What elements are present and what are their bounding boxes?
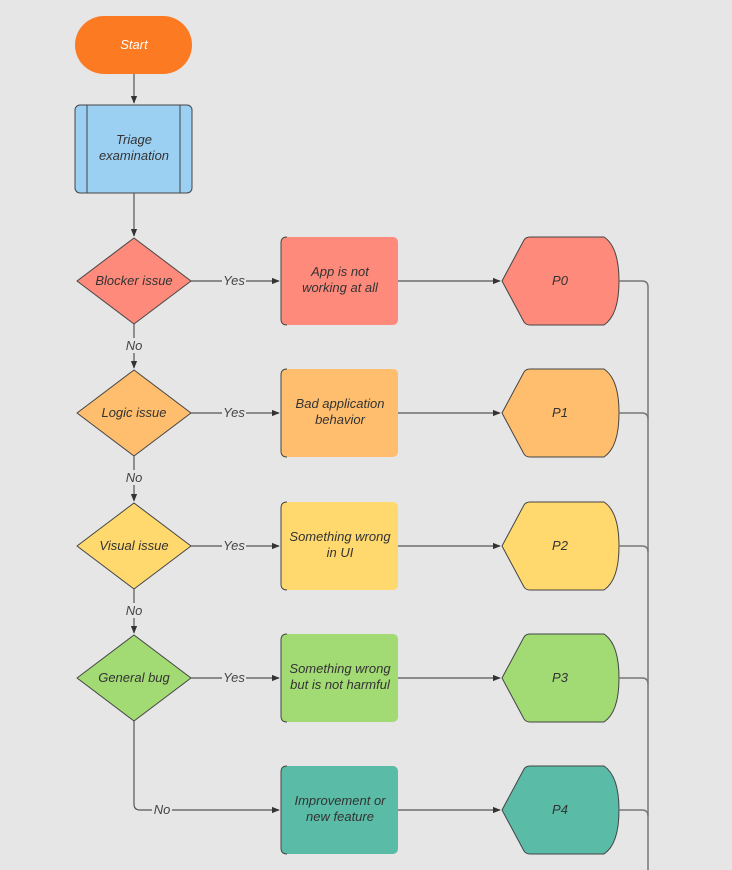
priority-node-4[interactable]: P4	[501, 765, 620, 855]
triage-label-line-1: Triage	[116, 132, 152, 147]
priority-label: P1	[552, 405, 568, 420]
edge-collector-p4	[619, 809, 649, 817]
row-2: Visual issue Yes No Something wrongin UI P2	[76, 501, 620, 634]
edge-collector-p2	[619, 545, 649, 553]
decision-label: Logic issue	[101, 405, 166, 420]
priority-label: P3	[552, 670, 569, 685]
process-label-line-1: App is not	[310, 264, 370, 279]
process-label-line-2: behavior	[315, 412, 366, 427]
priority-node-1[interactable]: P1	[501, 368, 620, 458]
triage-node[interactable]: Triage examination	[74, 104, 193, 194]
process-node-3[interactable]: Something wrongbut is not harmful	[280, 633, 398, 723]
edge-collector-p0	[619, 280, 649, 870]
flowchart-canvas: Start Triage examination Blocker issue Ye…	[74, 16, 649, 870]
priority-node-2[interactable]: P2	[501, 501, 620, 591]
start-node[interactable]: Start	[75, 16, 192, 74]
process-label-line-2: working at all	[302, 280, 379, 295]
decision-node-2[interactable]: Visual issue	[76, 502, 192, 590]
edge-no-label: No	[126, 470, 143, 485]
decision-node-3[interactable]: General bug	[76, 634, 192, 722]
edge-yes-label: Yes	[223, 405, 245, 420]
row-4: Improvement ornew feature P4	[280, 765, 620, 855]
edge-yes-label: Yes	[223, 538, 245, 553]
process-label-line-1: Something wrong	[289, 661, 391, 676]
decision-label: General bug	[98, 670, 170, 685]
triage-label-line-2: examination	[99, 148, 169, 163]
decision-label: Blocker issue	[95, 273, 172, 288]
process-node-4[interactable]: Improvement ornew feature	[280, 765, 398, 855]
process-node-0[interactable]: App is notworking at all	[280, 236, 398, 326]
edge-yes-label: Yes	[223, 273, 245, 288]
priority-label: P0	[552, 273, 569, 288]
edge-collector-p3	[619, 677, 649, 685]
edge-collector-p1	[619, 412, 649, 420]
process-label-line-2: new feature	[306, 809, 374, 824]
priority-node-3[interactable]: P3	[501, 633, 620, 723]
priority-label: P2	[552, 538, 569, 553]
decision-node-0[interactable]: Blocker issue	[76, 237, 192, 325]
process-label-line-2: in UI	[327, 545, 354, 560]
process-node-1[interactable]: Bad applicationbehavior	[280, 368, 398, 458]
process-node-2[interactable]: Something wrongin UI	[280, 501, 398, 591]
decision-label: Visual issue	[99, 538, 168, 553]
row-1: Logic issue Yes No Bad applicationbehavior P…	[76, 368, 620, 502]
priority-node-0[interactable]: P0	[501, 236, 620, 326]
process-label-line-1: Improvement or	[294, 793, 386, 808]
process-label-line-1: Something wrong	[289, 529, 391, 544]
edge-no-label: No	[126, 603, 143, 618]
priority-label: P4	[552, 802, 568, 817]
edge-no-label: No	[126, 338, 143, 353]
decision-node-1[interactable]: Logic issue	[76, 369, 192, 457]
start-label: Start	[120, 37, 149, 52]
row-0: Blocker issue Yes No App is notworking at a…	[76, 236, 620, 369]
process-label-line-2: but is not harmful	[290, 677, 391, 692]
edge-no-label: No	[154, 802, 171, 817]
edge-yes-label: Yes	[223, 670, 245, 685]
process-label-line-1: Bad application	[296, 396, 385, 411]
edge-no-a	[133, 721, 152, 811]
